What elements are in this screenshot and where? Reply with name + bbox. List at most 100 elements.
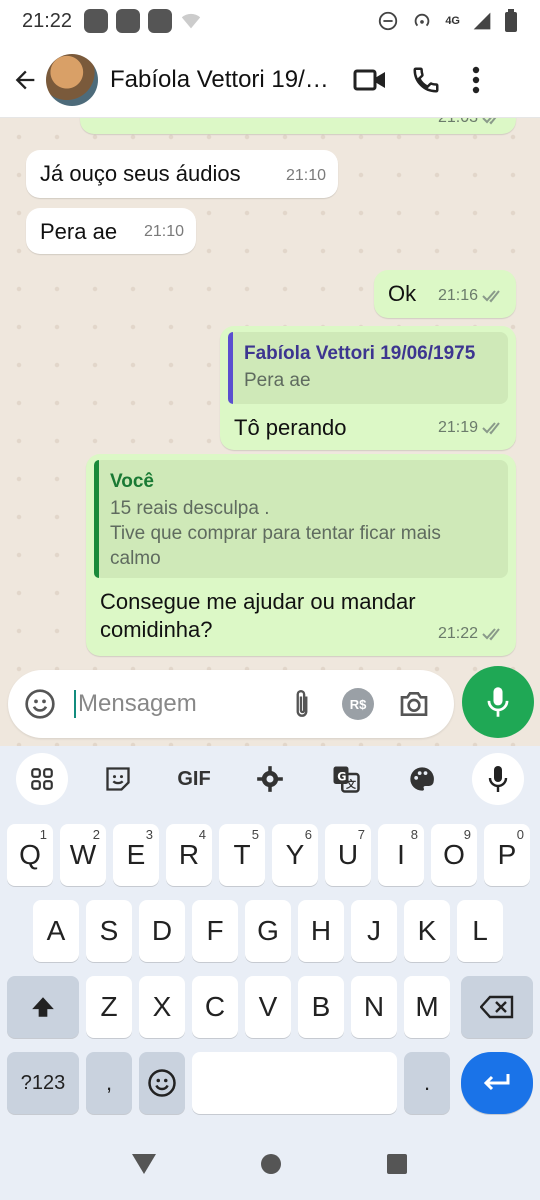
gear-icon bbox=[257, 766, 283, 792]
recents-nav-icon[interactable] bbox=[385, 1152, 409, 1176]
back-button[interactable] bbox=[10, 66, 40, 94]
quote-bar bbox=[228, 332, 233, 404]
palette-icon bbox=[410, 767, 434, 791]
sticker-icon bbox=[106, 767, 130, 791]
message-bubble-incoming[interactable]: Pera ae 21:10 bbox=[26, 208, 196, 254]
paperclip-icon bbox=[296, 690, 308, 717]
double-check-icon bbox=[482, 118, 497, 125]
key-i[interactable]: I8 bbox=[378, 824, 424, 886]
message-input[interactable]: Mensagem bbox=[74, 690, 274, 718]
symbols-key[interactable]: ?123 bbox=[7, 1052, 79, 1114]
key-x[interactable]: X bbox=[139, 976, 185, 1038]
back-nav-icon[interactable] bbox=[131, 1152, 157, 1176]
home-nav-icon[interactable] bbox=[259, 1152, 283, 1176]
enter-icon bbox=[483, 1074, 510, 1091]
quote-bar bbox=[94, 460, 99, 578]
settings-button[interactable] bbox=[244, 753, 296, 805]
key-k[interactable]: K bbox=[404, 900, 450, 962]
payment-button[interactable]: R$ bbox=[330, 688, 386, 720]
key-o[interactable]: O9 bbox=[431, 824, 477, 886]
key-y[interactable]: Y6 bbox=[272, 824, 318, 886]
apps-icon bbox=[31, 768, 53, 790]
do-not-disturb-icon bbox=[379, 11, 398, 31]
message-bubble-partial[interactable]: 21:03 bbox=[80, 118, 516, 134]
shift-key[interactable] bbox=[7, 976, 79, 1038]
key-s[interactable]: S bbox=[86, 900, 132, 962]
double-check-icon bbox=[482, 422, 500, 435]
microphone-icon bbox=[487, 687, 509, 717]
battery-icon bbox=[505, 9, 517, 32]
key-n[interactable]: N bbox=[351, 976, 397, 1038]
gif-button[interactable]: GIF bbox=[168, 753, 220, 805]
key-m[interactable]: M bbox=[404, 976, 450, 1038]
arrow-left-icon bbox=[15, 70, 35, 89]
key-e[interactable]: E3 bbox=[113, 824, 159, 886]
key-l[interactable]: L bbox=[457, 900, 503, 962]
double-check-icon bbox=[482, 628, 500, 641]
key-z[interactable]: Z bbox=[86, 976, 132, 1038]
apps-button[interactable] bbox=[16, 753, 68, 805]
key-u[interactable]: U7 bbox=[325, 824, 371, 886]
contact-name[interactable]: Fabíola Vettori 19/06/1975 bbox=[110, 66, 342, 94]
key-g[interactable]: G bbox=[245, 900, 291, 962]
key-v[interactable]: V bbox=[245, 976, 291, 1038]
message-meta: 21:10 bbox=[144, 218, 184, 246]
comma-key[interactable]: , bbox=[86, 1052, 132, 1114]
message-meta: 21:19 bbox=[438, 414, 504, 442]
voice-message-button[interactable] bbox=[462, 666, 534, 738]
message-list[interactable]: 21:03 Já ouço seus áudios 21:10 Pera ae … bbox=[0, 118, 540, 746]
message-bubble-outgoing[interactable]: Fabíola Vettori 19/06/1975 Pera ae Tô pe… bbox=[220, 326, 516, 450]
quote-text: Pera ae bbox=[244, 370, 311, 391]
key-c[interactable]: C bbox=[192, 976, 238, 1038]
key-q[interactable]: Q1 bbox=[7, 824, 53, 886]
backspace-key[interactable] bbox=[461, 976, 533, 1038]
backspace-icon bbox=[480, 995, 514, 1019]
voice-call-button[interactable] bbox=[398, 65, 454, 95]
wifi-icon bbox=[181, 13, 201, 29]
more-vertical-icon bbox=[472, 66, 480, 93]
key-a[interactable]: A bbox=[33, 900, 79, 962]
message-text: Pera ae bbox=[40, 219, 118, 244]
message-bubble-incoming[interactable]: Já ouço seus áudios 21:10 bbox=[26, 150, 338, 198]
status-bar: 21:22 4G bbox=[0, 0, 540, 42]
message-bubble-outgoing[interactable]: Você 15 reais desculpa . Tive que compra… bbox=[86, 454, 516, 656]
key-b[interactable]: B bbox=[298, 976, 344, 1038]
voice-input-button[interactable] bbox=[472, 753, 524, 805]
chat-header: Fabíola Vettori 19/06/1975 bbox=[0, 42, 540, 118]
message-meta: 21:10 bbox=[286, 162, 326, 190]
attach-button[interactable] bbox=[274, 688, 330, 720]
video-call-button[interactable] bbox=[342, 66, 398, 94]
key-j[interactable]: J bbox=[351, 900, 397, 962]
camera-icon bbox=[400, 692, 428, 716]
shift-icon bbox=[32, 997, 54, 1017]
key-t[interactable]: T5 bbox=[219, 824, 265, 886]
message-text: Consegue me ajudar ou mandar comidinha? bbox=[100, 589, 416, 642]
camera-button[interactable] bbox=[386, 690, 442, 718]
period-key[interactable]: . bbox=[404, 1052, 450, 1114]
composer: Mensagem R$ bbox=[0, 666, 540, 746]
sticker-button[interactable] bbox=[92, 753, 144, 805]
key-w[interactable]: W2 bbox=[60, 824, 106, 886]
emoji-key[interactable] bbox=[139, 1052, 185, 1114]
svg-text:文: 文 bbox=[346, 778, 357, 791]
phone-icon bbox=[413, 67, 439, 93]
theme-button[interactable] bbox=[396, 753, 448, 805]
more-options-button[interactable] bbox=[454, 66, 498, 94]
translate-icon: G文 bbox=[333, 766, 360, 793]
key-f[interactable]: F bbox=[192, 900, 238, 962]
message-bubble-outgoing[interactable]: Ok 21:16 bbox=[374, 270, 516, 318]
space-key[interactable] bbox=[192, 1052, 397, 1114]
key-d[interactable]: D bbox=[139, 900, 185, 962]
message-text: Já ouço seus áudios bbox=[40, 161, 241, 186]
key-r[interactable]: R4 bbox=[166, 824, 212, 886]
emoji-button[interactable] bbox=[20, 688, 60, 720]
quoted-message[interactable]: Você 15 reais desculpa . Tive que compra… bbox=[94, 460, 508, 578]
app-notification-icon bbox=[84, 9, 109, 33]
message-time: 21:22 bbox=[437, 625, 478, 642]
avatar[interactable] bbox=[46, 53, 98, 106]
translate-button[interactable]: G文 bbox=[320, 753, 372, 805]
key-p[interactable]: P0 bbox=[484, 824, 530, 886]
quoted-message[interactable]: Fabíola Vettori 19/06/1975 Pera ae bbox=[228, 332, 508, 404]
key-h[interactable]: H bbox=[298, 900, 344, 962]
enter-key[interactable] bbox=[461, 1052, 533, 1114]
